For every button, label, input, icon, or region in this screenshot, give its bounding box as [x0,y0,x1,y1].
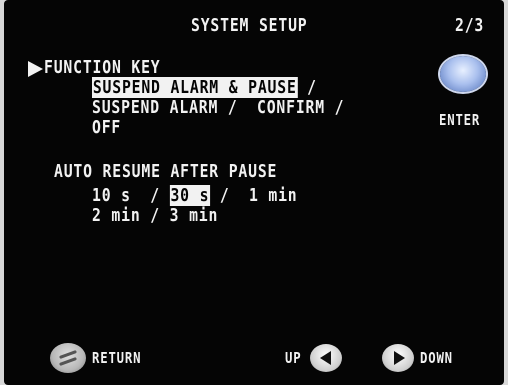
option-suspend-alarm-pause[interactable]: SUSPEND ALARM & PAUSE [92,77,298,98]
return-button-icon[interactable] [50,343,86,373]
auto-resume-label: AUTO RESUME AFTER PAUSE [54,161,278,182]
option-off[interactable]: OFF [92,118,121,138]
enter-label: ENTER [439,111,481,129]
up-label: UP [285,349,302,367]
return-label: RETURN [92,349,142,367]
function-key-row-1: SUSPEND ALARM & PAUSE / [92,77,317,98]
enter-button-icon[interactable] [440,56,486,92]
auto-resume-row-1: 10 s / 30 s / 1 min [92,185,297,206]
option-1min[interactable]: / 1 min [210,185,297,206]
separator: / [297,77,317,98]
auto-resume-row-2: 2 min / 3 min [92,206,218,226]
option-2min[interactable]: 2 min / [92,205,160,226]
arrow-right-icon [394,351,405,365]
down-button[interactable] [382,344,414,372]
option-10s[interactable]: 10 s / [92,185,160,206]
option-3min[interactable]: 3 min [170,205,219,226]
function-key-label: FUNCTION KEY [44,57,161,78]
arrow-left-icon [320,351,331,365]
option-30s[interactable]: 30 s [169,185,211,206]
osd-screen: SYSTEM SETUP 2/3 FUNCTION KEY SUSPEND AL… [4,0,504,385]
selection-cursor-icon [28,61,43,77]
up-button[interactable] [310,344,342,372]
function-key-row-2[interactable]: SUSPEND ALARM / CONFIRM / [92,98,344,118]
page-indicator: 2/3 [455,15,485,36]
down-label: DOWN [420,349,453,367]
page-title: SYSTEM SETUP [191,15,308,36]
